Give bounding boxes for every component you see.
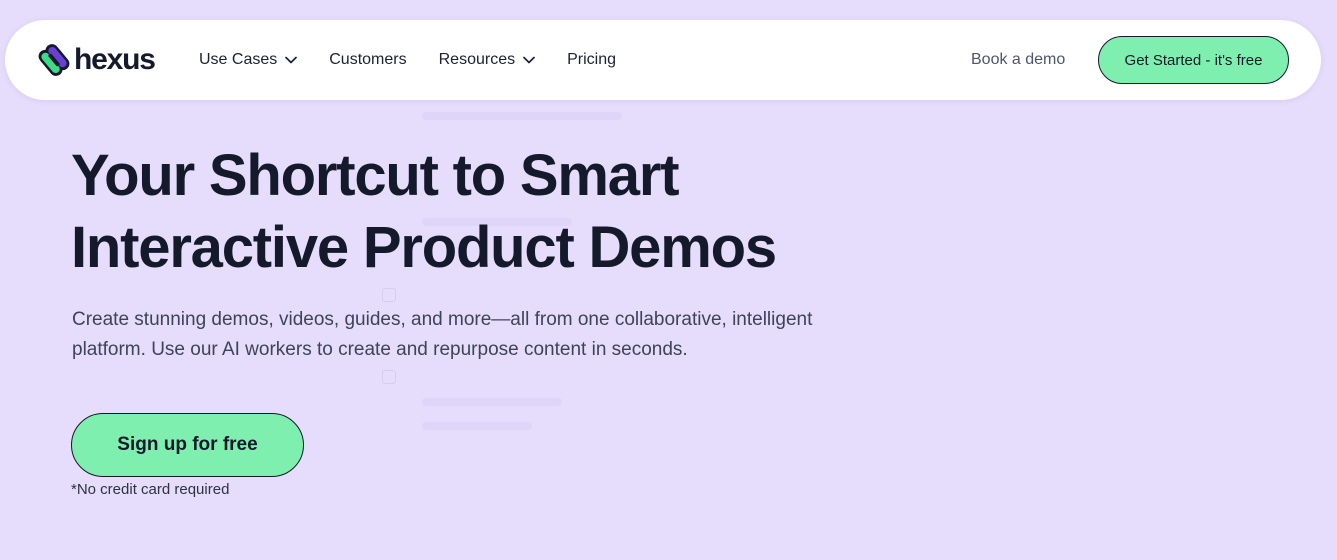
- nav-item-use-cases[interactable]: Use Cases: [199, 51, 298, 69]
- nav-item-resources[interactable]: Resources: [439, 51, 535, 69]
- brand-name: hexus: [74, 43, 156, 76]
- nav-item-label: Resources: [438, 51, 516, 68]
- hero-title: Your Shortcut to Smart Interactive Produ…: [71, 140, 777, 284]
- nav-item-label: Pricing: [567, 51, 616, 68]
- nav-item-label: Customers: [329, 51, 407, 68]
- book-demo-link[interactable]: Book a demo: [971, 20, 1065, 100]
- hero-title-line-1: Your Shortcut to Smart: [71, 143, 680, 208]
- no-credit-card-note: *No credit card required: [71, 481, 230, 498]
- sign-up-button[interactable]: Sign up for free: [71, 413, 304, 477]
- hexus-logo-icon: [37, 43, 71, 77]
- nav-links: Use Cases Customers Resources Pricing: [199, 20, 648, 100]
- chevron-down-icon: [523, 56, 535, 64]
- nav-item-label: Use Cases: [199, 51, 278, 68]
- hero-title-line-2: Interactive Product Demos: [71, 215, 777, 280]
- nav-item-pricing[interactable]: Pricing: [567, 51, 616, 69]
- chevron-down-icon: [285, 56, 298, 64]
- nav-item-customers[interactable]: Customers: [329, 51, 406, 69]
- get-started-button[interactable]: Get Started - it's free: [1098, 36, 1289, 84]
- brand-logo[interactable]: hexus: [37, 42, 156, 78]
- top-navbar: hexus Use Cases Customers Resources Pric…: [5, 20, 1321, 100]
- hero-subtitle: Create stunning demos, videos, guides, a…: [72, 309, 813, 360]
